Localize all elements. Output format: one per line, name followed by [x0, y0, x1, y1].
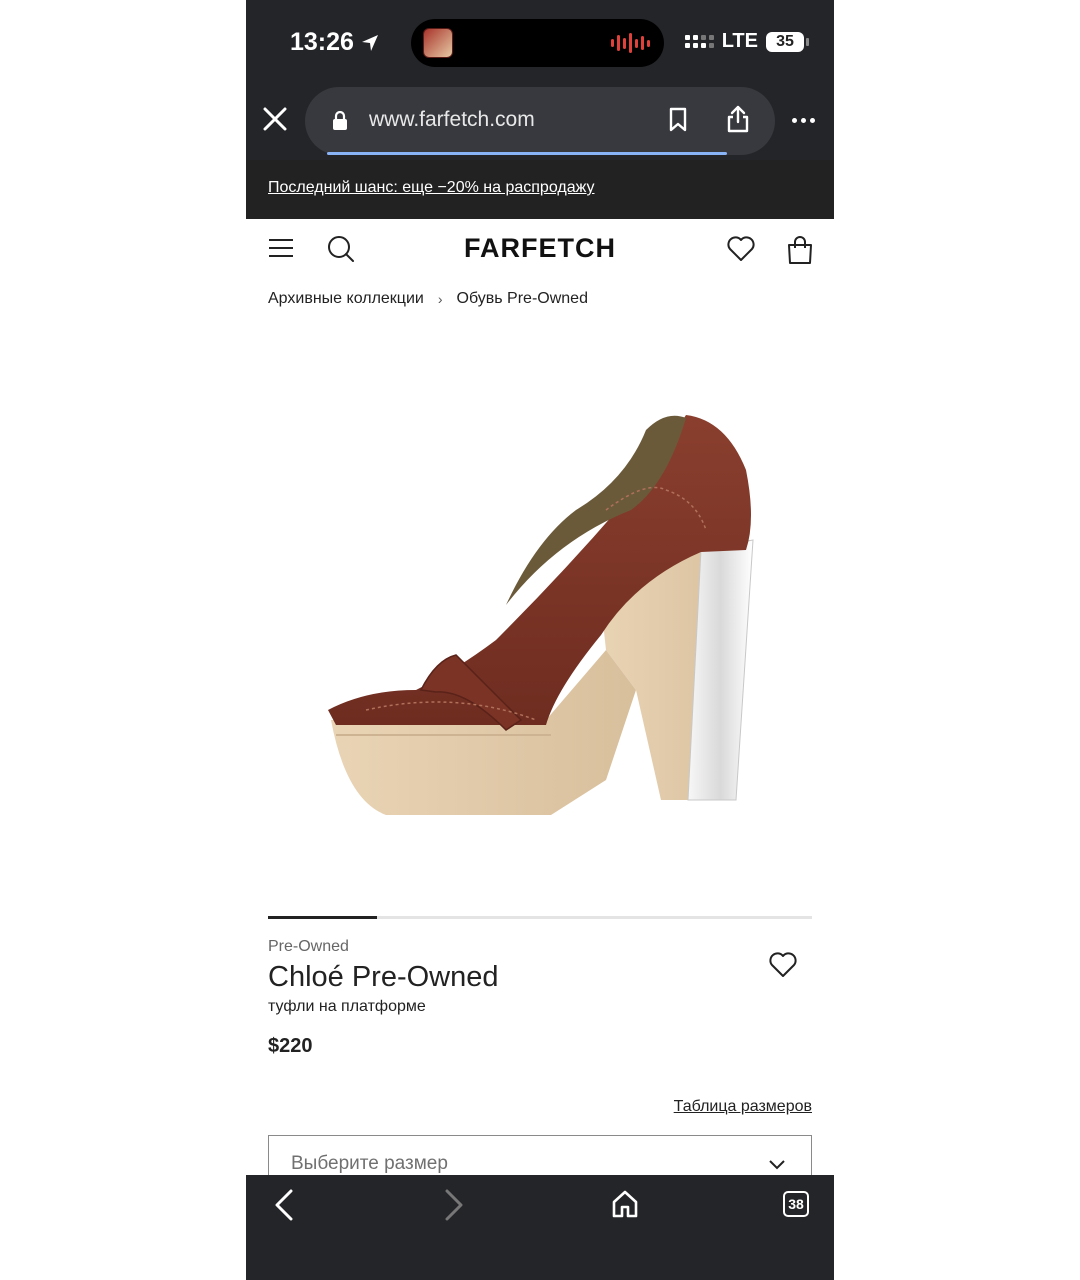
dynamic-island[interactable]: [411, 19, 664, 67]
breadcrumb: Архивные коллекции › Обувь Pre-Owned: [268, 290, 588, 308]
phone-screen: 13:26 LTE 35 www.farfetch.com Последний …: [246, 0, 834, 1280]
product-condition: Pre-Owned: [268, 938, 349, 955]
tabs-icon[interactable]: 38: [783, 1191, 809, 1217]
breadcrumb-item-shoes[interactable]: Обувь Pre-Owned: [457, 290, 588, 308]
promo-link[interactable]: Последний шанс: еще −20% на распродажу: [268, 179, 594, 197]
back-icon[interactable]: [274, 1189, 294, 1221]
site-header: FARFETCH: [246, 219, 834, 281]
heart-icon[interactable]: [726, 235, 756, 263]
product-image[interactable]: [306, 390, 776, 840]
network-label: LTE: [721, 30, 758, 52]
product-description: туфли на платформе: [268, 998, 426, 1015]
status-time-text: 13:26: [290, 28, 354, 56]
image-carousel-indicator: [268, 916, 812, 919]
status-indicators: LTE 35: [684, 30, 809, 53]
browser-chrome: 13:26 LTE 35 www.farfetch.com: [246, 0, 834, 160]
home-icon[interactable]: [611, 1189, 639, 1219]
product-brand[interactable]: Chloé Pre-Owned: [268, 961, 499, 994]
breadcrumb-item-archive[interactable]: Архивные коллекции: [268, 290, 424, 308]
lock-icon: [333, 111, 347, 130]
close-icon[interactable]: [262, 106, 288, 132]
battery-level: 35: [776, 32, 794, 50]
breadcrumb-separator: ›: [437, 291, 443, 307]
signal-icon: [684, 35, 714, 48]
page-load-progress: [327, 152, 727, 155]
size-select-placeholder: Выберите размер: [291, 1153, 448, 1174]
promo-banner: Последний шанс: еще −20% на распродажу: [246, 160, 834, 219]
size-guide-link[interactable]: Таблица размеров: [674, 1098, 812, 1116]
image-carousel-position: [268, 916, 377, 919]
bag-icon[interactable]: [786, 235, 814, 265]
now-playing-artwork: [423, 28, 453, 58]
add-to-wishlist-heart-icon[interactable]: [768, 951, 798, 979]
battery-icon: 35: [766, 31, 809, 52]
browser-toolbar: 38: [246, 1175, 834, 1280]
product-price: $220: [268, 1035, 313, 1057]
status-time: 13:26: [290, 28, 380, 57]
chevron-down-icon: [769, 1160, 785, 1170]
audio-wave-icon: [611, 33, 650, 53]
address-bar[interactable]: www.farfetch.com: [305, 87, 775, 155]
share-icon[interactable]: [725, 104, 751, 134]
url-text: www.farfetch.com: [369, 108, 535, 131]
forward-icon: [445, 1189, 463, 1221]
more-icon[interactable]: [792, 118, 815, 123]
tab-count: 38: [788, 1196, 804, 1212]
location-arrow-icon: [361, 34, 378, 51]
bookmark-icon[interactable]: [667, 107, 689, 133]
